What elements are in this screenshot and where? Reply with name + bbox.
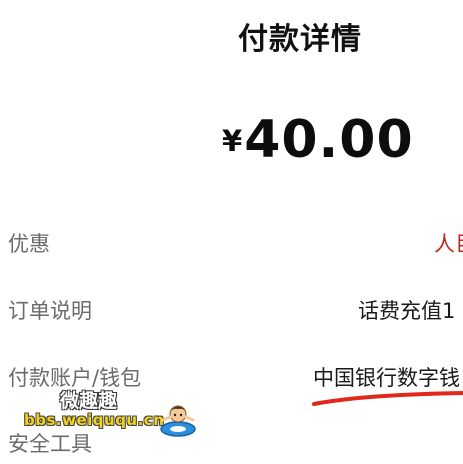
detail-row-order-description[interactable]: 订单说明 话费充值1 xyxy=(0,289,463,329)
order-description-value: 话费充值1 xyxy=(358,299,456,323)
red-underline-annotation xyxy=(312,391,463,406)
payment-account-value: 中国银行数字钱 xyxy=(313,366,460,390)
discount-value: 人巨 xyxy=(434,232,463,256)
page-title: 付款详情 xyxy=(238,22,362,57)
currency-symbol: ¥ xyxy=(222,124,243,158)
watermark-url: bbs.weiququ.cn xyxy=(24,411,165,429)
discount-label: 优惠 xyxy=(8,232,50,256)
order-description-label: 订单说明 xyxy=(8,299,92,323)
amount-value: 40.00 xyxy=(244,110,414,170)
detail-row-discount[interactable]: 优惠 人巨 xyxy=(0,222,463,262)
swimming-mascot-icon xyxy=(160,405,196,437)
site-watermark: 微趣趣 bbs.weiququ.cn xyxy=(22,384,202,438)
watermark-title: 微趣趣 xyxy=(60,390,118,412)
payment-amount: ¥40.00 xyxy=(222,110,414,170)
